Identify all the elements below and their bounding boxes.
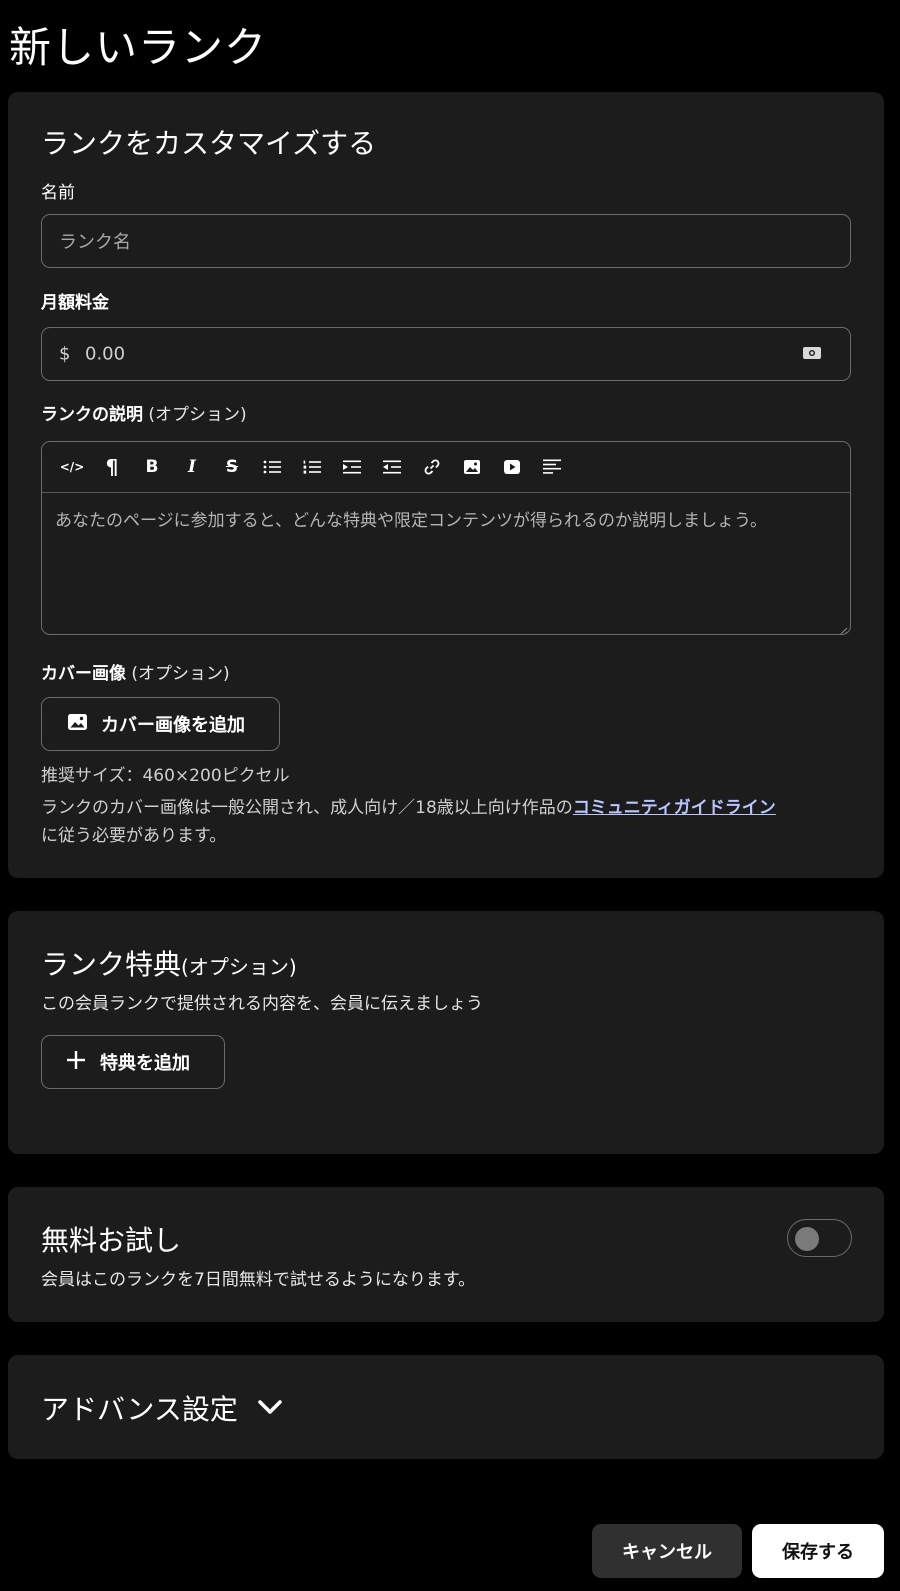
free-trial-toggle[interactable]: [787, 1219, 852, 1257]
benefits-heading: ランク特典(オプション): [41, 943, 297, 983]
add-benefit-label: 特典を追加: [100, 1053, 190, 1074]
cover-notice-after: に従う必要があります。: [41, 826, 227, 846]
toggle-knob: [795, 1227, 819, 1251]
currency-symbol: $: [59, 343, 71, 365]
add-cover-image-button[interactable]: カバー画像を追加: [41, 697, 280, 751]
advanced-settings-card[interactable]: アドバンス設定: [8, 1355, 884, 1459]
cover-optional: (オプション): [131, 664, 230, 684]
video-icon[interactable]: [499, 454, 525, 480]
align-left-icon[interactable]: [539, 454, 565, 480]
description-optional: (オプション): [148, 405, 247, 425]
benefits-optional: (オプション): [181, 955, 297, 979]
description-textarea[interactable]: あなたのページに参加すると、どんな特典や限定コンテンツが得られるのか説明しましょ…: [55, 508, 825, 535]
cover-label: カバー画像 (オプション): [41, 659, 230, 684]
link-icon[interactable]: [419, 454, 445, 480]
cancel-button[interactable]: キャンセル: [592, 1524, 742, 1578]
community-guidelines-link[interactable]: コミュニティガイドライン: [573, 798, 776, 818]
description-label-text: ランクの説明: [41, 405, 143, 425]
outdent-icon[interactable]: [379, 454, 405, 480]
bulleted-list-icon[interactable]: [259, 454, 285, 480]
rank-name-placeholder: ランク名: [59, 232, 131, 253]
free-trial-card: 無料お試し 会員はこのランクを7日間無料で試せるようになります。: [8, 1187, 884, 1322]
advanced-heading[interactable]: アドバンス設定: [41, 1388, 238, 1428]
chevron-down-icon[interactable]: [257, 1398, 283, 1420]
new-rank-page: 新しいランク ランクをカスタマイズする 名前 ランク名 月額料金 $ 0.00 …: [0, 0, 900, 1591]
add-cover-image-label: カバー画像を追加: [101, 715, 245, 736]
rank-name-input[interactable]: ランク名: [41, 214, 851, 268]
cover-notice-line1: ランクのカバー画像は一般公開され、成人向け／18歳以上向け作品のコミュニティガイ…: [41, 793, 776, 818]
description-label: ランクの説明 (オプション): [41, 400, 247, 425]
indent-icon[interactable]: [339, 454, 365, 480]
price-label-text: 月額料金: [41, 293, 109, 313]
strikethrough-icon[interactable]: S: [219, 454, 245, 480]
save-button[interactable]: 保存する: [752, 1524, 884, 1578]
rank-benefits-card: ランク特典(オプション) この会員ランクで提供される内容を、会員に伝えましょう …: [8, 911, 884, 1154]
cover-size-hint: 推奨サイズ：460×200ピクセル: [41, 766, 290, 786]
customize-rank-card: ランクをカスタマイズする 名前 ランク名 月額料金 $ 0.00 ランクの説明 …: [8, 92, 884, 878]
price-placeholder: 0.00: [85, 343, 126, 365]
add-benefit-button[interactable]: 特典を追加: [41, 1035, 225, 1089]
editor-toolbar: </> ¶ B I S: [42, 442, 850, 493]
italic-icon[interactable]: I: [179, 454, 205, 480]
numbered-list-icon[interactable]: [299, 454, 325, 480]
plus-icon: [66, 1050, 86, 1075]
name-label: 名前: [41, 183, 75, 203]
benefits-heading-text: ランク特典: [41, 948, 182, 981]
trial-heading: 無料お試し: [41, 1224, 182, 1257]
description-editor: </> ¶ B I S あなたのページに参加すると、どんな特典や限定コンテンツが…: [41, 441, 851, 635]
bold-icon[interactable]: B: [139, 454, 165, 480]
code-icon[interactable]: </>: [59, 454, 85, 480]
page-title: 新しいランク: [9, 23, 268, 72]
image-icon: [67, 713, 88, 736]
image-icon[interactable]: [459, 454, 485, 480]
paragraph-icon[interactable]: ¶: [99, 454, 125, 480]
trial-subtext: 会員はこのランクを7日間無料で試せるようになります。: [41, 1270, 476, 1290]
cash-icon: [802, 345, 822, 365]
resize-grip-icon[interactable]: [838, 622, 848, 634]
cover-label-text: カバー画像: [41, 664, 126, 684]
cover-notice-before: ランクのカバー画像は一般公開され、成人向け／18歳以上向け作品の: [41, 798, 573, 818]
benefits-subtext: この会員ランクで提供される内容を、会員に伝えましょう: [41, 994, 483, 1014]
customize-heading: ランクをカスタマイズする: [41, 127, 377, 160]
monthly-price-input[interactable]: $ 0.00: [41, 327, 851, 381]
price-label: 月額料金: [41, 288, 109, 313]
